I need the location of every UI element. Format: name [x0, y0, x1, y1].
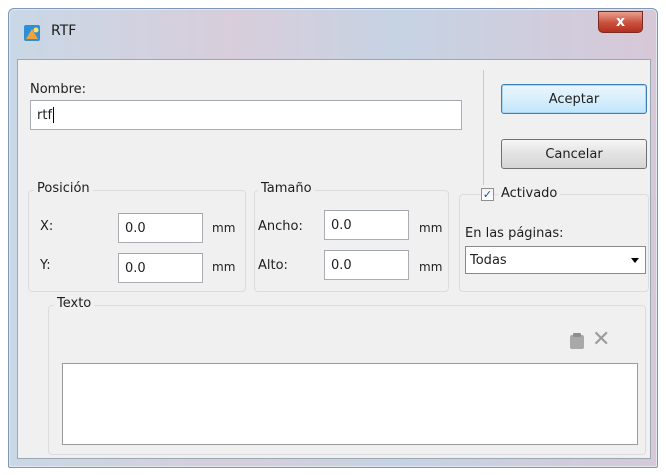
- paginas-label: En las páginas:: [465, 226, 564, 241]
- y-value: 0.0: [125, 260, 146, 276]
- activado-checkbox[interactable]: ✓: [481, 188, 494, 201]
- ancho-input[interactable]: 0.0: [324, 210, 409, 240]
- alto-input[interactable]: 0.0: [324, 250, 409, 280]
- check-icon: ✓: [482, 188, 493, 201]
- chevron-down-icon: [631, 258, 639, 263]
- alto-label: Alto:: [258, 258, 288, 273]
- close-button[interactable]: x: [598, 11, 643, 33]
- ancho-unit: mm: [419, 221, 443, 235]
- paginas-select[interactable]: Todas: [465, 246, 646, 274]
- texto-title: Texto: [54, 296, 95, 311]
- activado-label: Activado: [498, 186, 561, 201]
- texto-textarea[interactable]: [62, 363, 638, 445]
- paginas-selected: Todas: [470, 252, 507, 268]
- tamano-title: Tamaño: [258, 181, 315, 196]
- activado-group: [459, 194, 649, 292]
- alto-value: 0.0: [331, 257, 352, 273]
- posicion-title: Posición: [34, 181, 93, 196]
- x-value: 0.0: [125, 220, 146, 236]
- x-label: X:: [40, 219, 54, 234]
- window-title: RTF: [51, 23, 77, 39]
- nombre-label: Nombre:: [30, 82, 87, 97]
- y-label: Y:: [40, 258, 51, 273]
- alto-unit: mm: [419, 260, 443, 274]
- dialog-content: Nombre: rtf Aceptar Cancelar Posición X:…: [17, 59, 651, 459]
- title-bar: RTF x: [9, 9, 657, 53]
- x-input[interactable]: 0.0: [118, 213, 203, 243]
- y-unit: mm: [212, 260, 236, 274]
- text-caret: [53, 107, 55, 123]
- clear-icon[interactable]: ✕: [592, 327, 610, 352]
- rtf-app-icon: [24, 25, 40, 41]
- nombre-value: rtf: [37, 107, 53, 123]
- x-unit: mm: [212, 221, 236, 235]
- vertical-separator: [483, 70, 484, 185]
- paste-icon[interactable]: [568, 332, 586, 350]
- ancho-label: Ancho:: [258, 219, 303, 234]
- dialog-window: RTF x Nombre: rtf Aceptar Cancelar Posic…: [8, 8, 658, 468]
- accept-button[interactable]: Aceptar: [501, 84, 647, 114]
- y-input[interactable]: 0.0: [118, 253, 203, 283]
- nombre-input[interactable]: rtf: [30, 100, 462, 130]
- ancho-value: 0.0: [331, 217, 352, 233]
- cancel-button[interactable]: Cancelar: [501, 139, 647, 169]
